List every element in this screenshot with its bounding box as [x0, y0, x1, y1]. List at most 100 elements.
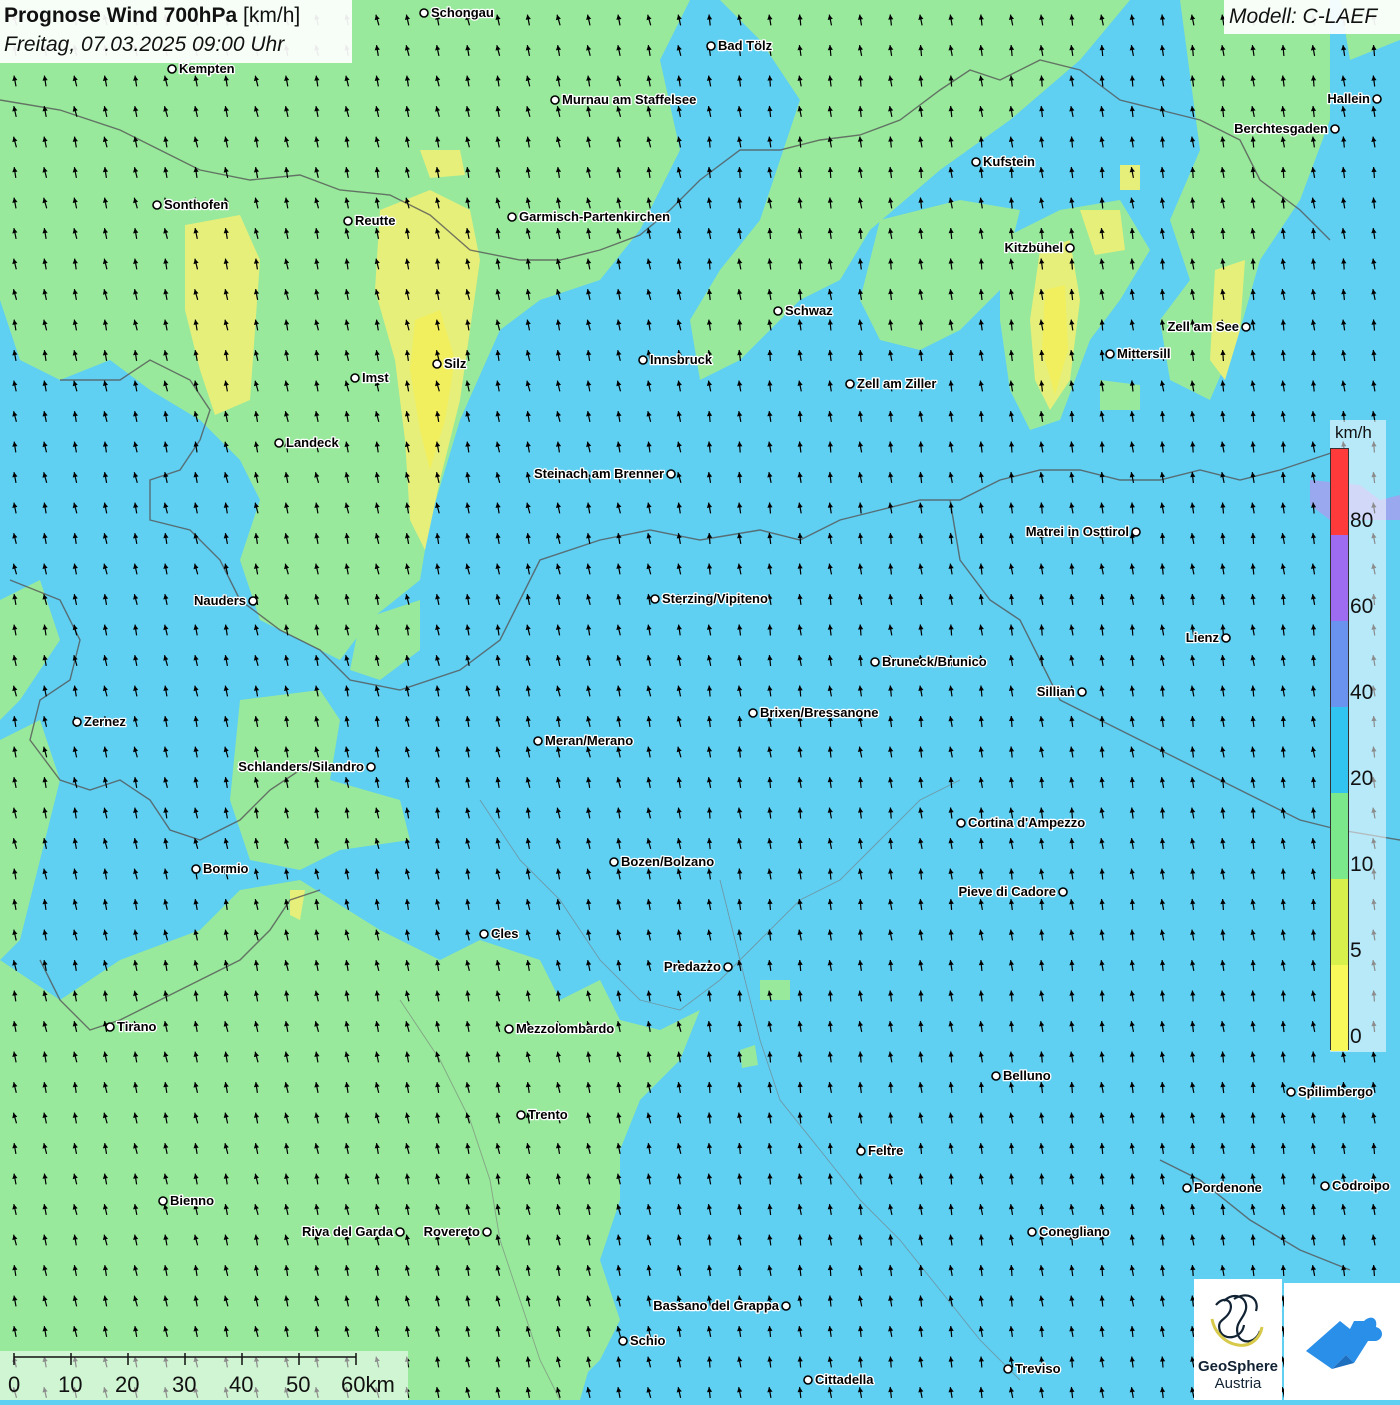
forecast-time: Freitag, 07.03.2025 09:00 Uhr	[4, 33, 285, 56]
weather-app-logo	[1284, 1283, 1400, 1400]
city-label: Feltre	[868, 1143, 903, 1158]
title-main: Prognose Wind 700hPa	[4, 4, 238, 27]
city-label: Reutte	[355, 213, 395, 228]
legend-label-10: 10	[1350, 853, 1374, 876]
city-dot	[167, 64, 177, 74]
city-label: Pordenone	[1194, 1180, 1262, 1195]
city-label: Nauders	[194, 593, 246, 608]
city-label: Belluno	[1003, 1068, 1051, 1083]
city-label: Murnau am Staffelsee	[562, 92, 696, 107]
city-dot	[1058, 887, 1068, 897]
legend-label-20: 20	[1350, 767, 1374, 790]
legend-seg-60	[1331, 535, 1348, 621]
city-dot	[1221, 633, 1231, 643]
city-label: Predazzo	[664, 959, 721, 974]
city-dot	[1330, 124, 1340, 134]
city-label: Schwaz	[785, 303, 833, 318]
city-dot	[1077, 687, 1087, 697]
wind-map: Schongau Bad Tölz Kempten Murnau am Staffel…	[0, 0, 1400, 1400]
legend-seg-20	[1331, 707, 1348, 793]
city-dot	[72, 717, 82, 727]
scale-label-50: 50	[286, 1372, 311, 1397]
scale-label-0: 0	[8, 1372, 21, 1397]
scale-label-30: 30	[172, 1372, 197, 1397]
city-label: Treviso	[1015, 1361, 1061, 1376]
city-dot	[1131, 527, 1141, 537]
city-dot	[856, 1146, 866, 1156]
city-label: Kufstein	[983, 154, 1035, 169]
city-label: Steinach am Brenner	[534, 466, 664, 481]
city-marker: Bruneck/Brunico	[870, 653, 988, 670]
city-dot	[343, 216, 353, 226]
city-dot	[638, 355, 648, 365]
geosphere-emblem-icon	[1210, 1294, 1264, 1347]
city-marker: Meran/Merano	[533, 732, 634, 749]
scale-label-40: 40	[229, 1372, 254, 1397]
city-dot	[706, 41, 716, 51]
city-dot	[991, 1071, 1001, 1081]
city-marker: Zell am See	[1166, 318, 1251, 335]
city-marker: Spilimbergo	[1286, 1083, 1374, 1100]
city-label: Sillian	[1037, 684, 1075, 699]
city-marker: Pordenone	[1182, 1179, 1263, 1196]
city-dot	[956, 818, 966, 828]
logo-line2: Austria	[1214, 1375, 1262, 1392]
city-label: Mittersill	[1117, 346, 1170, 361]
map-title: Prognose Wind 700hPa [km/h]	[4, 4, 300, 28]
legend-unit: km/h	[1335, 423, 1372, 442]
city-dot	[1182, 1183, 1192, 1193]
city-label: Innsbruck	[650, 352, 713, 367]
city-dot	[479, 929, 489, 939]
city-dot	[504, 1024, 514, 1034]
city-dot	[666, 469, 676, 479]
city-label: Schongau	[431, 5, 494, 20]
city-label: Trento	[528, 1107, 568, 1122]
city-dot	[432, 359, 442, 369]
legend-label-40: 40	[1350, 681, 1374, 704]
city-label: Codroipo	[1332, 1178, 1390, 1193]
cloud-arrow-icon	[1306, 1317, 1382, 1369]
city-marker: Schongau	[419, 4, 495, 21]
scale-ticks	[13, 1353, 357, 1365]
city-label: Kempten	[179, 61, 235, 76]
city-dot	[1372, 94, 1382, 104]
city-dot	[1320, 1181, 1330, 1191]
city-marker: Garmisch-Partenkirchen	[507, 208, 671, 225]
scale-label-20: 20	[115, 1372, 140, 1397]
model-name: Modell: C-LAEF	[1229, 5, 1378, 28]
city-label: Bozen/Bolzano	[621, 854, 714, 869]
legend-seg-0	[1331, 965, 1348, 1051]
city-label: Conegliano	[1039, 1224, 1110, 1239]
legend-seg-10	[1331, 793, 1348, 879]
city-dot	[803, 1375, 813, 1385]
city-dot	[158, 1196, 168, 1206]
city-label: Mezzolombardo	[516, 1021, 614, 1036]
city-marker: Sterzing/Vipiteno	[650, 590, 769, 607]
city-label: Bruneck/Brunico	[882, 654, 987, 669]
legend-seg-80	[1331, 449, 1348, 535]
city-label: Silz	[444, 356, 467, 371]
city-dot	[609, 857, 619, 867]
city-label: Pieve di Cadore	[958, 884, 1056, 899]
city-label: Bienno	[170, 1193, 214, 1208]
city-dot	[395, 1227, 405, 1237]
legend-label-60: 60	[1350, 595, 1374, 618]
scale-label-60km: 60km	[341, 1372, 395, 1397]
city-label: Riva del Garda	[302, 1224, 394, 1239]
city-dot	[781, 1301, 791, 1311]
city-dot	[105, 1022, 115, 1032]
city-dot	[533, 736, 543, 746]
city-marker: Bassano del Grappa	[652, 1297, 791, 1314]
city-marker: Steinach am Brenner	[533, 465, 676, 482]
title-unit: [km/h]	[243, 4, 301, 27]
city-dot	[650, 594, 660, 604]
city-marker: Sonthofen	[152, 196, 230, 213]
city-label: Cles	[491, 926, 518, 941]
city-marker: Zell am Ziller	[845, 375, 938, 392]
city-dot	[366, 762, 376, 772]
city-dot	[1105, 349, 1115, 359]
city-dot	[274, 438, 284, 448]
city-label: Cittadella	[815, 1372, 874, 1387]
city-marker: Murnau am Staffelsee	[550, 91, 698, 108]
legend-seg-40	[1331, 621, 1348, 707]
